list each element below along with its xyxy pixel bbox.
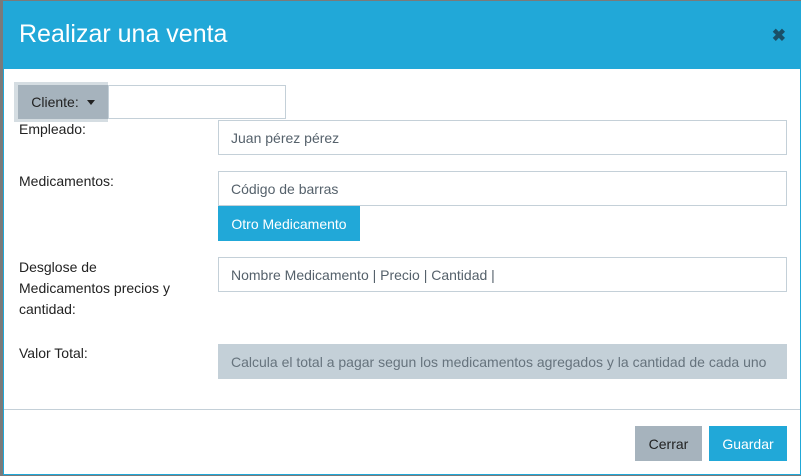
total-input: Calcula el total a pagar segun los medic… bbox=[218, 344, 787, 379]
desglose-input[interactable]: Nombre Medicamento | Precio | Cantidad | bbox=[218, 257, 787, 292]
cliente-dropdown-button[interactable]: Cliente: bbox=[18, 85, 108, 119]
modal-title: Realizar una venta bbox=[19, 20, 228, 48]
otro-medicamento-button[interactable]: Otro Medicamento bbox=[218, 206, 360, 241]
sale-modal: Realizar una venta ✖ Cliente: Empleado: … bbox=[3, 1, 801, 475]
desglose-label: Desglose de Medicamentos precios y canti… bbox=[19, 257, 170, 320]
cliente-input[interactable] bbox=[108, 85, 286, 119]
close-button[interactable]: Cerrar bbox=[635, 426, 702, 461]
close-icon[interactable]: ✖ bbox=[772, 26, 786, 46]
caret-down-icon bbox=[86, 99, 95, 105]
cliente-label: Cliente: bbox=[31, 94, 79, 110]
medicamentos-label: Medicamentos: bbox=[19, 173, 114, 189]
barcode-input[interactable]: Código de barras bbox=[218, 171, 787, 206]
desglose-label-line: cantidad: bbox=[19, 301, 76, 317]
save-button[interactable]: Guardar bbox=[709, 426, 787, 461]
footer-divider bbox=[4, 409, 800, 410]
desglose-label-line: Desglose de bbox=[19, 259, 97, 275]
total-label: Valor Total: bbox=[19, 345, 88, 361]
desglose-label-line: Medicamentos precios y bbox=[19, 280, 170, 296]
modal-header: Realizar una venta ✖ bbox=[4, 2, 800, 69]
empleado-input[interactable]: Juan pérez pérez bbox=[218, 120, 787, 155]
empleado-label: Empleado: bbox=[19, 121, 86, 137]
